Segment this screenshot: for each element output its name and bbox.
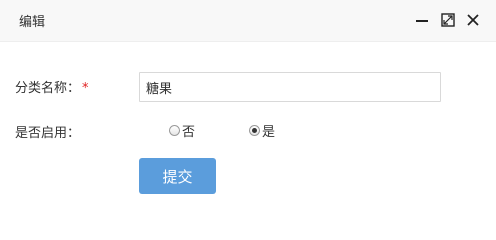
radio-selected-dot (252, 128, 257, 133)
radio-button-no[interactable] (169, 125, 180, 136)
radio-button-yes[interactable] (249, 125, 260, 136)
radio-option-no[interactable]: 否 (169, 121, 195, 140)
maximize-icon[interactable] (440, 12, 456, 28)
category-name-label: 分类名称： * (15, 77, 89, 96)
close-icon[interactable] (465, 12, 481, 28)
window-title: 编辑 (19, 15, 46, 30)
category-name-input[interactable] (139, 72, 441, 102)
minimize-icon[interactable] (414, 12, 430, 28)
submit-button[interactable]: 提交 (139, 158, 216, 194)
enabled-label: 是否启用： (15, 126, 81, 141)
window-titlebar: 编辑 (0, 0, 496, 42)
radio-label-no: 否 (182, 125, 196, 140)
radio-option-yes[interactable]: 是 (249, 121, 275, 140)
radio-label-yes: 是 (262, 125, 276, 140)
category-name-label-text: 分类名称： (15, 81, 81, 96)
required-mark: * (82, 81, 89, 96)
